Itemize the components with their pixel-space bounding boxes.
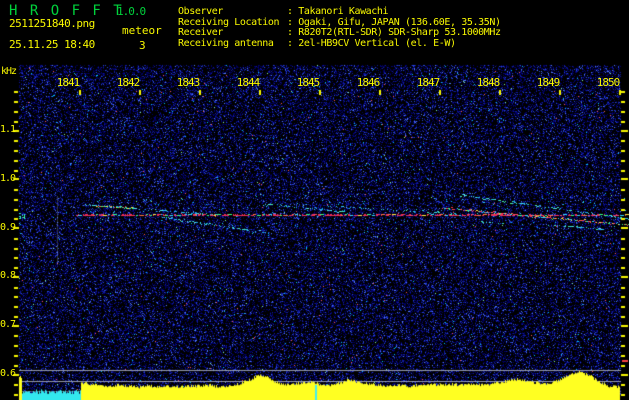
output-filename: 2511251840.png <box>9 17 95 30</box>
freq-tick-label-0_9: 0.9 <box>0 222 16 233</box>
time-tick-label-1841: 1841 <box>56 76 81 89</box>
observer-value: : Takanori Kawachi <box>287 6 389 17</box>
freq-axis-unit: kHz <box>1 66 17 77</box>
time-tick-label-1844: 1844 <box>236 76 261 89</box>
hrofft-window: H R O F F T 1.0.0 2511251840.png meteor … <box>0 0 629 400</box>
time-tick-label-1846: 1846 <box>356 76 381 89</box>
receiver-label: Receiver <box>178 27 223 38</box>
time-tick-label-1849: 1849 <box>536 76 561 89</box>
time-tick-label-1842: 1842 <box>116 76 141 89</box>
time-tick-label-1845: 1845 <box>296 76 321 89</box>
spectrogram <box>0 62 629 400</box>
observer-label: Observer <box>178 6 223 17</box>
receiving-antenna-label: Receiving antenna <box>178 37 274 49</box>
receiving-location-value: : Ogaki, Gifu, JAPAN (136.60E, 35.35N) <box>287 16 501 28</box>
freq-tick-label-1_0: 1.0 <box>0 173 16 184</box>
time-tick-label-1843: 1843 <box>176 76 201 89</box>
record-datetime: 25.11.25 18:40 <box>9 38 95 51</box>
receiving-antenna-value: : 2el-HB9CV Vertical (el. E-W) <box>287 37 456 49</box>
echo-count: 3 <box>139 39 146 52</box>
receiving-location-label: Receiving Location <box>178 16 280 28</box>
freq-tick-label-0_7: 0.7 <box>0 319 16 330</box>
receiver-value: : R820T2(RTL-SDR) SDR-Sharp 53.1000MHz <box>287 27 501 38</box>
app-version: 1.0.0 <box>117 5 146 18</box>
time-tick-label-1847: 1847 <box>416 76 441 89</box>
time-tick-label-1850: 1850 <box>596 76 621 89</box>
freq-tick-label-0_8: 0.8 <box>0 270 16 281</box>
freq-tick-label-1_1: 1.1 <box>0 124 16 135</box>
freq-tick-label-0_6: 0.6 <box>0 368 16 379</box>
mode-label: meteor <box>122 24 162 37</box>
time-tick-label-1848: 1848 <box>476 76 501 89</box>
